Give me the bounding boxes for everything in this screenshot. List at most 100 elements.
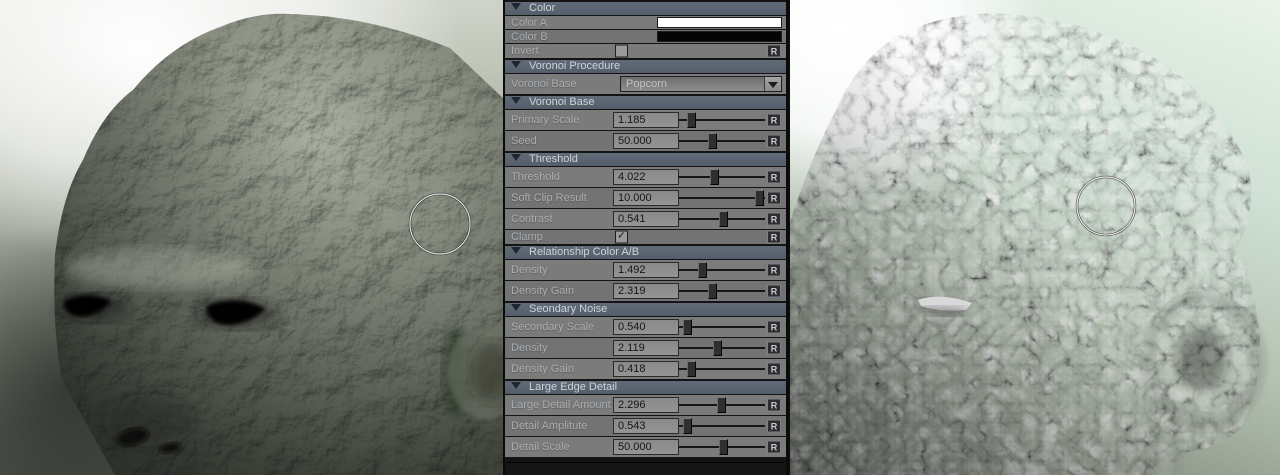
seed-row: Seed50.000R — [505, 131, 786, 151]
reset-button[interactable]: R — [767, 114, 781, 127]
slider-handle[interactable] — [708, 283, 717, 299]
slider-handle[interactable] — [698, 262, 707, 278]
slider-handle[interactable] — [717, 397, 726, 413]
detail-scale-slider[interactable] — [679, 446, 765, 448]
seed-slider[interactable] — [679, 140, 765, 142]
viewport-right[interactable] — [790, 0, 1280, 475]
section-header-threshold[interactable]: Threshold — [505, 153, 786, 166]
voronoi-base-row: Voronoi BasePopcorn — [505, 74, 786, 94]
primary-scale-value[interactable]: 1.185 — [613, 112, 679, 128]
density-value[interactable]: 2.119 — [613, 340, 679, 356]
row-label: Contrast — [511, 213, 553, 225]
density-gain-slider[interactable] — [679, 368, 765, 370]
section-title: Voronoi Procedure — [529, 60, 620, 73]
color-a-swatch[interactable] — [657, 17, 782, 28]
reset-button[interactable]: R — [767, 264, 781, 277]
density-gain-value[interactable]: 2.319 — [613, 283, 679, 299]
section-title: Seondary Noise — [529, 303, 607, 316]
reset-button[interactable]: R — [767, 171, 781, 184]
row-label: Density Gain — [511, 363, 574, 375]
section-title: Large Edge Detail — [529, 381, 617, 394]
reset-button[interactable]: R — [767, 420, 781, 433]
row-label: Density — [511, 342, 548, 354]
slider-handle[interactable] — [687, 361, 696, 377]
row-label: Soft Clip Result — [511, 192, 587, 204]
density-slider[interactable] — [679, 347, 765, 349]
slider-handle[interactable] — [683, 418, 692, 434]
collapse-arrow-icon — [511, 247, 521, 254]
reset-button[interactable]: R — [767, 285, 781, 298]
slider-handle[interactable] — [710, 169, 719, 185]
invert-checkbox[interactable] — [615, 45, 628, 58]
reset-button[interactable]: R — [767, 231, 781, 244]
row-label: Primary Scale — [511, 114, 579, 126]
slider-handle[interactable] — [719, 439, 728, 455]
row-label: Threshold — [511, 171, 560, 183]
reset-button[interactable]: R — [767, 213, 781, 226]
section-title: Voronoi Base — [529, 96, 594, 109]
properties-panel: ColorColor AColor BInvertRVoronoi Proced… — [503, 0, 788, 475]
slider-handle[interactable] — [683, 319, 692, 335]
secondary-scale-row: Secondary Scale 0.540 R — [505, 317, 786, 337]
row-label: Clamp — [511, 231, 543, 243]
voronoi-base-dropdown[interactable]: Popcorn — [620, 76, 782, 92]
density-value[interactable]: 1.492 — [613, 262, 679, 278]
row-label: Secondary Scale — [511, 321, 594, 333]
reset-button[interactable]: R — [767, 192, 781, 205]
secondary-scale-value[interactable]: 0.540 — [613, 319, 679, 335]
threshold-row: Threshold 4.022 R — [505, 167, 786, 187]
reset-button[interactable]: R — [767, 399, 781, 412]
dropdown-arrow-icon[interactable] — [764, 77, 781, 91]
detail-amplitute-row: Detail Amplitute0.543R — [505, 416, 786, 436]
row-label: Large Detail Amount — [511, 399, 611, 411]
density-slider[interactable] — [679, 269, 765, 271]
reset-button[interactable]: R — [767, 135, 781, 148]
slider-handle[interactable] — [755, 190, 764, 206]
primary-scale-slider[interactable] — [679, 119, 765, 121]
collapse-arrow-icon — [511, 97, 521, 104]
slider-handle[interactable] — [719, 211, 728, 227]
section-title: Color — [529, 2, 555, 15]
section-header-large-edge-detail[interactable]: Large Edge Detail — [505, 381, 786, 394]
color-b-swatch[interactable] — [657, 31, 782, 42]
row-label: Invert — [511, 45, 539, 57]
collapse-arrow-icon — [511, 154, 521, 161]
large-detail-amount-slider[interactable] — [679, 404, 765, 406]
section-header-voronoi-base[interactable]: Voronoi Base — [505, 96, 786, 109]
slider-handle[interactable] — [708, 133, 717, 149]
row-label: Density Gain — [511, 285, 574, 297]
soft-clip-result-slider[interactable] — [679, 197, 765, 199]
contrast-value[interactable]: 0.541 — [613, 211, 679, 227]
contrast-slider[interactable] — [679, 218, 765, 220]
slider-handle[interactable] — [687, 112, 696, 128]
density-gain-row: Density Gain 0.418 R — [505, 359, 786, 379]
section-header-voronoi-procedure[interactable]: Voronoi Procedure — [505, 60, 786, 73]
secondary-scale-slider[interactable] — [679, 326, 765, 328]
soft-clip-result-value[interactable]: 10.000 — [613, 190, 679, 206]
threshold-value[interactable]: 4.022 — [613, 169, 679, 185]
reset-button[interactable]: R — [767, 45, 781, 58]
large-detail-amount-value[interactable]: 2.296 — [613, 397, 679, 413]
reset-button[interactable]: R — [767, 321, 781, 334]
primary-scale-row: Primary Scale 1.185 R — [505, 110, 786, 130]
slider-handle[interactable] — [713, 340, 722, 356]
detail-scale-value[interactable]: 50.000 — [613, 439, 679, 455]
panel-bottom-strip — [507, 462, 784, 475]
clamp-checkbox[interactable]: ✓ — [615, 231, 628, 244]
detail-amplitute-value[interactable]: 0.543 — [613, 418, 679, 434]
seed-value[interactable]: 50.000 — [613, 133, 679, 149]
panel-rows: ColorColor AColor BInvertRVoronoi Proced… — [505, 2, 786, 457]
viewport-left[interactable] — [0, 0, 503, 475]
density-gain-value[interactable]: 0.418 — [613, 361, 679, 377]
section-header-color[interactable]: Color — [505, 2, 786, 15]
section-header-seondary-noise[interactable]: Seondary Noise — [505, 303, 786, 316]
sculpt-head-left — [0, 0, 503, 475]
density-gain-slider[interactable] — [679, 290, 765, 292]
detail-amplitute-slider[interactable] — [679, 425, 765, 427]
reset-button[interactable]: R — [767, 441, 781, 454]
density-row: Density1.492R — [505, 260, 786, 280]
reset-button[interactable]: R — [767, 363, 781, 376]
section-header-relationship-color-a-b[interactable]: Relationship Color A/B — [505, 246, 786, 259]
reset-button[interactable]: R — [767, 342, 781, 355]
threshold-slider[interactable] — [679, 176, 765, 178]
